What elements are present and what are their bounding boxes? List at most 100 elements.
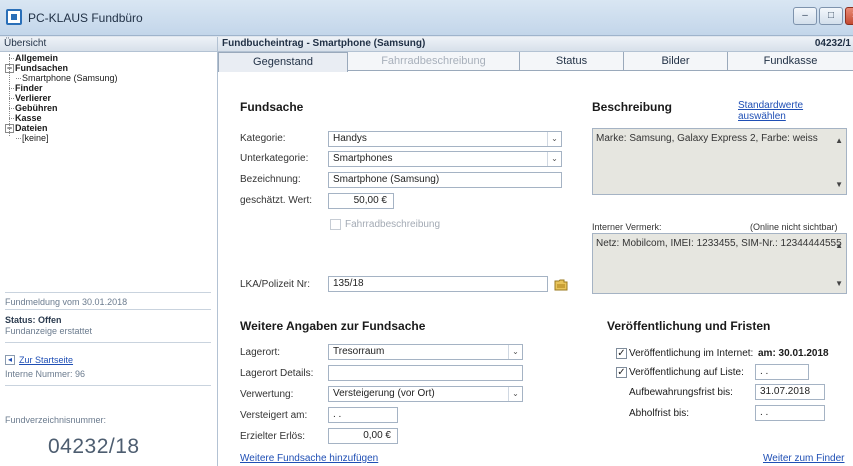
scroll-down-icon[interactable]: ▼ — [835, 178, 843, 191]
weiter-finder-link[interactable]: Weiter zum Finder — [763, 453, 845, 464]
vermerk-text: Netz: Mobilcom, IMEI: 1233455, SIM-Nr.: … — [596, 238, 842, 249]
lka-input[interactable]: 135/18 — [328, 276, 548, 292]
main-panel: Fundbucheintrag - Smartphone (Samsung) 0… — [218, 37, 853, 466]
tree-item-label: Gebühren — [15, 103, 58, 113]
sidebar: Übersicht Allgemein − Fundsachen Smartphone… — [0, 37, 218, 466]
tree-item[interactable]: [keine] — [0, 133, 217, 143]
versteigert-label: Versteigert am: — [240, 410, 308, 421]
wert-label: geschätzt. Wert: — [240, 195, 313, 206]
fundverzeichnis-label: Fundverzeichnisnummer: — [5, 415, 107, 425]
divider — [5, 342, 211, 343]
add-fundsache-link[interactable]: Weitere Fundsache hinzufügen — [240, 453, 378, 464]
maximize-button[interactable]: □ — [819, 7, 843, 25]
bezeichnung-label: Bezeichnung: — [240, 174, 301, 185]
chevron-down-icon[interactable]: ⌄ — [508, 345, 522, 359]
beschreibung-textarea[interactable]: Marke: Samsung, Galaxy Express 2, Farbe:… — [592, 128, 847, 195]
vermerk-label: Interner Vermerk: — [592, 222, 662, 232]
tree-connector — [16, 138, 21, 139]
tree-item[interactable]: Verlierer — [0, 93, 217, 103]
internet-label: Veröffentlichung im Internet: — [629, 348, 754, 359]
scroll-down-icon[interactable]: ▼ — [835, 277, 843, 290]
standardwerte-link[interactable]: Standardwerte auswählen — [738, 100, 853, 122]
erloes-input[interactable]: 0,00 € — [328, 428, 398, 444]
title-bar: PC-KLAUS Fundbüro – □ × — [0, 0, 853, 36]
liste-date-input[interactable]: . . — [755, 364, 809, 380]
kategorie-select[interactable]: Handys ⌄ — [328, 131, 562, 147]
app-title: PC-KLAUS Fundbüro — [28, 11, 143, 25]
tree-connector — [16, 78, 21, 79]
unterkategorie-select[interactable]: Smartphones ⌄ — [328, 151, 562, 167]
liste-label: Veröffentlichung auf Liste: — [629, 367, 744, 378]
close-button[interactable]: × — [845, 7, 853, 25]
vermerk-textarea[interactable]: Netz: Mobilcom, IMEI: 1233455, SIM-Nr.: … — [592, 233, 847, 294]
lka-label: LKA/Polizeit Nr: — [240, 279, 311, 290]
liste-checkbox[interactable]: ✓ — [616, 367, 627, 378]
minimize-button[interactable]: – — [793, 7, 817, 25]
wert-input[interactable]: 50,00 € — [328, 193, 394, 209]
chevron-down-icon[interactable]: ⌄ — [508, 387, 522, 401]
tab-gegenstand[interactable]: Gegenstand — [218, 52, 348, 72]
fahrrad-checkbox-label: Fahrradbeschreibung — [345, 219, 441, 230]
unterkategorie-value: Smartphones — [333, 153, 393, 164]
kategorie-value: Handys — [333, 133, 367, 144]
arrow-left-icon[interactable]: ◂ — [5, 355, 15, 365]
tab-fahrradbeschreibung[interactable]: Fahrradbeschreibung — [348, 52, 520, 71]
sidebar-header: Übersicht — [0, 37, 217, 52]
lagerort-select[interactable]: Tresorraum ⌄ — [328, 344, 523, 360]
tree-connector — [9, 54, 10, 136]
scroll-up-icon[interactable]: ▲ — [835, 239, 843, 252]
divider — [5, 309, 211, 310]
internal-number: Interne Nummer: 96 — [5, 369, 86, 379]
lagerort-label: Lagerort: — [240, 347, 281, 358]
kategorie-label: Kategorie: — [240, 133, 286, 144]
tree-item-label: Dateien — [15, 123, 48, 133]
tab-status[interactable]: Status — [520, 52, 624, 71]
entry-title: Fundbucheintrag - Smartphone (Samsung) — [222, 38, 426, 49]
tree-item-label: Kasse — [15, 113, 42, 123]
tree-item[interactable]: Kasse — [0, 113, 217, 123]
tree-item[interactable]: − Dateien — [0, 123, 217, 133]
lagerort-details-input[interactable] — [328, 365, 523, 381]
lagerort-details-label: Lagerort Details: — [240, 368, 314, 379]
status-subtitle: Fundanzeige erstattet — [5, 326, 93, 336]
entry-number: 04232/1 — [814, 38, 851, 49]
folder-icon[interactable] — [554, 278, 568, 291]
versteigert-input[interactable]: . . — [328, 407, 398, 423]
abholfrist-input[interactable]: . . — [755, 405, 825, 421]
internet-checkbox[interactable]: ✓ — [616, 348, 627, 359]
lagerort-value: Tresorraum — [333, 346, 385, 357]
weitere-title: Weitere Angaben zur Fundsache — [240, 319, 426, 333]
divider — [5, 385, 211, 386]
tree-item[interactable]: − Fundsachen — [0, 63, 217, 73]
fahrrad-checkbox[interactable] — [330, 219, 341, 230]
tree-item-label: Fundsachen — [15, 63, 69, 73]
vermerk-note: (Online nicht sichtbar) — [750, 222, 838, 232]
verwertung-select[interactable]: Versteigerung (vor Ort) ⌄ — [328, 386, 523, 402]
tree-item[interactable]: Allgemein — [0, 53, 217, 63]
back-to-start-link[interactable]: Zur Startseite — [19, 355, 73, 365]
fundmeldung-date: Fundmeldung vom 30.01.2018 — [5, 297, 128, 307]
navigation-tree: Allgemein − Fundsachen Smartphone (Samsung)… — [0, 52, 217, 143]
beschreibung-title: Beschreibung — [592, 100, 673, 114]
scroll-up-icon[interactable]: ▲ — [835, 134, 843, 147]
verwertung-value: Versteigerung (vor Ort) — [333, 388, 435, 399]
app-icon — [6, 9, 22, 25]
tree-item-label: Finder — [15, 83, 43, 93]
tab-bilder[interactable]: Bilder — [624, 52, 728, 71]
veroeffentlichung-title: Veröffentlichung und Fristen — [607, 319, 771, 333]
tab-bar: Gegenstand Fahrradbeschreibung Status Bi… — [218, 52, 853, 72]
unterkategorie-label: Unterkategorie: — [240, 153, 309, 164]
tree-item-label: Allgemein — [15, 53, 59, 63]
tree-item[interactable]: Gebühren — [0, 103, 217, 113]
chevron-down-icon[interactable]: ⌄ — [547, 132, 561, 146]
chevron-down-icon[interactable]: ⌄ — [547, 152, 561, 166]
status-title: Status: Offen — [5, 315, 62, 325]
tab-fundkasse[interactable]: Fundkasse — [728, 52, 853, 71]
tree-item[interactable]: Finder — [0, 83, 217, 93]
aufbewahrung-input[interactable]: 31.07.2018 — [755, 384, 825, 400]
fundsache-title: Fundsache — [240, 100, 304, 114]
tree-item[interactable]: Smartphone (Samsung) — [0, 73, 217, 83]
erloes-label: Erzielter Erlös: — [240, 431, 306, 442]
bezeichnung-input[interactable]: Smartphone (Samsung) — [328, 172, 562, 188]
divider — [5, 292, 211, 293]
